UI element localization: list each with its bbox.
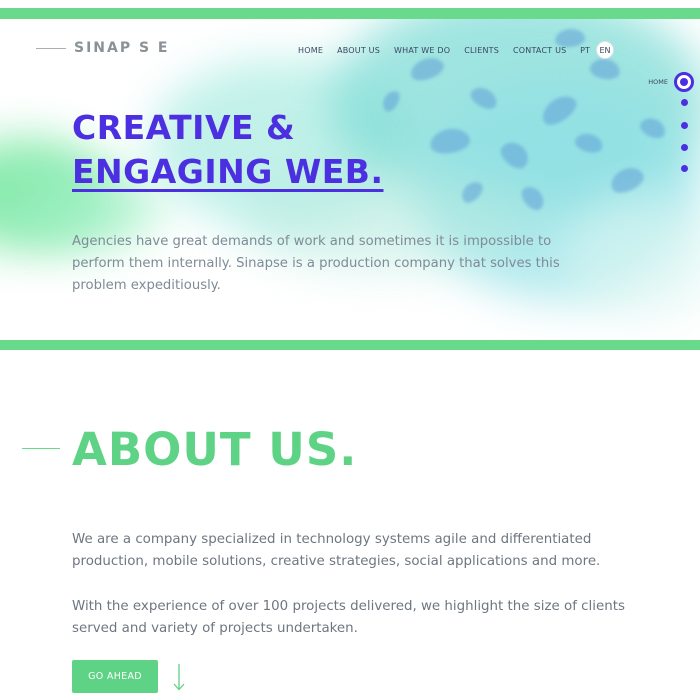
top-accent-bar xyxy=(0,8,700,19)
about-paragraph-2: With the experience of over 100 projects… xyxy=(72,599,625,636)
down-arrow-icon[interactable] xyxy=(171,663,187,691)
go-ahead-button[interactable]: GO AHEAD xyxy=(72,660,158,693)
side-nav-dot-4[interactable] xyxy=(681,144,688,151)
hero-title-line1: CREATIVE & xyxy=(72,108,296,147)
side-nav-dot-5[interactable] xyxy=(681,165,688,172)
side-nav-dot-2[interactable] xyxy=(681,99,688,106)
side-nav-dot-home[interactable] xyxy=(674,72,694,92)
side-nav-dot-3[interactable] xyxy=(681,122,688,129)
side-nav-active-label: HOME xyxy=(648,78,668,86)
hero-title: CREATIVE & ENGAGING WEB. xyxy=(72,106,383,194)
nav-what-we-do[interactable]: WHAT WE DO xyxy=(394,46,450,55)
about-accent-line xyxy=(22,448,60,449)
about-paragraph-1: We are a company specialized in technolo… xyxy=(72,532,601,569)
hero-description: Agencies have great demands of work and … xyxy=(72,234,560,293)
nav-clients[interactable]: CLIENTS xyxy=(464,46,499,55)
nav-about-us[interactable]: ABOUT US xyxy=(337,46,380,55)
about-title: ABOUT US. xyxy=(72,423,358,476)
nav-home[interactable]: HOME xyxy=(298,46,323,55)
language-switcher: PT EN xyxy=(576,41,614,59)
brand-logo[interactable]: SINAP S E xyxy=(36,40,170,56)
hero-bottom-bar xyxy=(0,340,700,350)
nav-contact-us[interactable]: CONTACT US xyxy=(513,46,566,55)
main-nav: HOME ABOUT US WHAT WE DO CLIENTS CONTACT… xyxy=(298,46,566,55)
active-dot-icon xyxy=(680,78,688,86)
lang-pt-button[interactable]: PT xyxy=(576,41,594,59)
logo-text: SINAP S E xyxy=(74,40,170,56)
logo-line xyxy=(36,47,66,49)
lang-en-button[interactable]: EN xyxy=(596,41,614,59)
hero-title-line2[interactable]: ENGAGING WEB. xyxy=(72,150,383,194)
hero-section: SINAP S E HOME ABOUT US WHAT WE DO CLIEN… xyxy=(0,0,700,350)
